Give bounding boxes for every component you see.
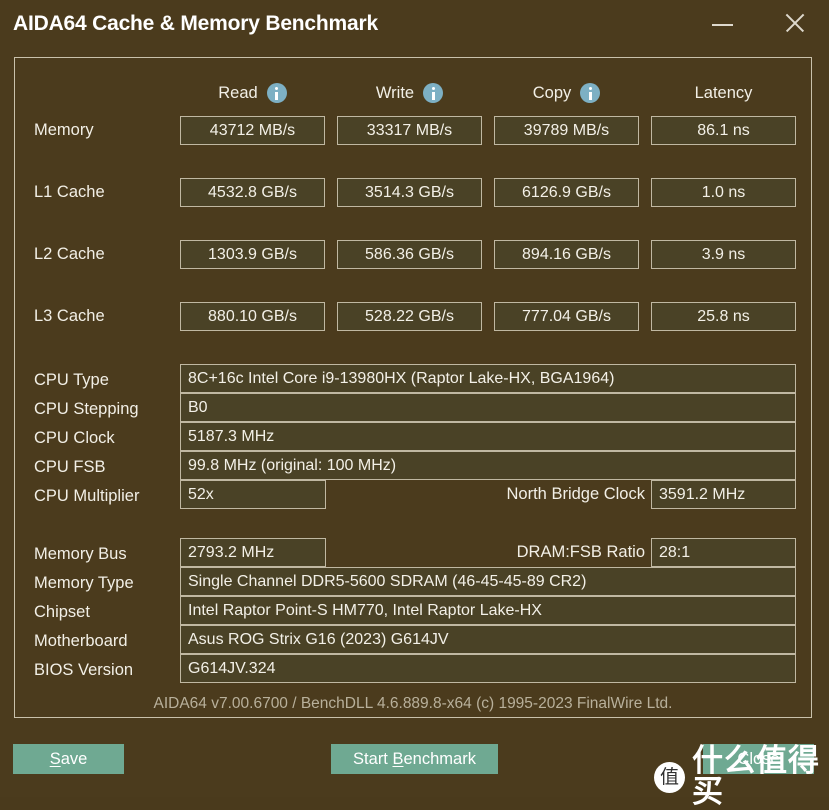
start-benchmark-label-pre: Start: [353, 749, 393, 768]
column-header-copy: Copy: [494, 80, 639, 106]
info-icon-write[interactable]: [423, 83, 444, 103]
bench-cell-memory-write[interactable]: 33317 MB/s: [337, 116, 482, 145]
close-button[interactable]: Close: [703, 744, 814, 774]
label-motherboard: Motherboard: [34, 632, 128, 650]
bench-cell-memory-read[interactable]: 43712 MB/s: [180, 116, 325, 145]
bench-cell-l3-latency[interactable]: 25.8 ns: [651, 302, 796, 331]
column-header-latency-label: Latency: [694, 83, 753, 102]
bench-row-label-memory: Memory: [34, 121, 94, 139]
column-header-write: Write: [337, 80, 482, 106]
bench-cell-l3-copy[interactable]: 777.04 GB/s: [494, 302, 639, 331]
bench-cell-l1-copy[interactable]: 6126.9 GB/s: [494, 178, 639, 207]
bench-cell-l2-read[interactable]: 1303.9 GB/s: [180, 240, 325, 269]
smzdm-badge-icon: 值: [654, 761, 685, 793]
label-bios-version: BIOS Version: [34, 661, 134, 679]
minimize-icon[interactable]: [700, 0, 746, 46]
start-benchmark-button[interactable]: Start Benchmark: [331, 744, 498, 774]
label-cpu-clock: CPU Clock: [34, 429, 115, 447]
bench-row-label-l3-cache: L3 Cache: [34, 307, 105, 325]
bench-row-label-l1-cache: L1 Cache: [34, 183, 105, 201]
label-cpu-multiplier: CPU Multiplier: [34, 487, 140, 505]
bench-cell-l2-write[interactable]: 586.36 GB/s: [337, 240, 482, 269]
bench-cell-memory-copy[interactable]: 39789 MB/s: [494, 116, 639, 145]
start-benchmark-accel: B: [392, 749, 404, 768]
start-benchmark-button-label: Start Benchmark: [353, 750, 476, 769]
column-header-copy-label: Copy: [532, 83, 572, 102]
value-memory-bus[interactable]: 2793.2 MHz: [180, 538, 326, 567]
save-button[interactable]: Save: [13, 744, 124, 774]
label-memory-type: Memory Type: [34, 574, 134, 592]
bench-cell-memory-latency[interactable]: 86.1 ns: [651, 116, 796, 145]
info-icon-copy[interactable]: [580, 83, 601, 103]
column-header-write-label: Write: [375, 83, 415, 102]
aida64-benchmark-window: AIDA64 Cache & Memory Benchmark Read Wri…: [0, 0, 829, 808]
value-bios-version[interactable]: G614JV.324: [180, 654, 796, 683]
column-header-read: Read: [180, 80, 325, 106]
label-dram-fsb-ratio: DRAM:FSB Ratio: [516, 543, 645, 561]
bench-cell-l2-latency[interactable]: 3.9 ns: [651, 240, 796, 269]
bench-cell-l3-read[interactable]: 880.10 GB/s: [180, 302, 325, 331]
info-icon-read[interactable]: [266, 83, 287, 103]
version-text: AIDA64 v7.00.6700 / BenchDLL 4.6.889.8-x…: [153, 695, 673, 712]
value-motherboard[interactable]: Asus ROG Strix G16 (2023) G614JV: [180, 625, 796, 654]
bench-row-label-l2-cache: L2 Cache: [34, 245, 105, 263]
label-memory-bus: Memory Bus: [34, 545, 127, 563]
bench-cell-l2-copy[interactable]: 894.16 GB/s: [494, 240, 639, 269]
bench-cell-l3-write[interactable]: 528.22 GB/s: [337, 302, 482, 331]
save-button-label-rest: ave: [60, 749, 88, 768]
bench-cell-l1-write[interactable]: 3514.3 GB/s: [337, 178, 482, 207]
label-cpu-type: CPU Type: [34, 371, 109, 389]
save-button-accel: S: [49, 749, 61, 768]
value-cpu-stepping[interactable]: B0: [180, 393, 796, 422]
save-button-label: Save: [50, 750, 88, 769]
label-chipset: Chipset: [34, 603, 90, 621]
label-cpu-stepping: CPU Stepping: [34, 400, 139, 418]
value-chipset[interactable]: Intel Raptor Point-S HM770, Intel Raptor…: [180, 596, 796, 625]
bench-cell-l1-read[interactable]: 4532.8 GB/s: [180, 178, 325, 207]
label-cpu-fsb: CPU FSB: [34, 458, 106, 476]
value-north-bridge-clock[interactable]: 3591.2 MHz: [651, 480, 796, 509]
label-north-bridge-clock: North Bridge Clock: [506, 485, 645, 503]
start-benchmark-label-rest: enchmark: [403, 749, 476, 768]
value-cpu-fsb[interactable]: 99.8 MHz (original: 100 MHz): [180, 451, 796, 480]
value-memory-type[interactable]: Single Channel DDR5-5600 SDRAM (46-45-45…: [180, 567, 796, 596]
column-header-read-label: Read: [218, 83, 258, 102]
close-icon[interactable]: [772, 0, 818, 46]
value-cpu-type[interactable]: 8C+16c Intel Core i9-13980HX (Raptor Lak…: [180, 364, 796, 393]
value-cpu-multiplier[interactable]: 52x: [180, 480, 326, 509]
bench-cell-l1-latency[interactable]: 1.0 ns: [651, 178, 796, 207]
window-title: AIDA64 Cache & Memory Benchmark: [13, 12, 378, 35]
column-header-latency: Latency: [651, 80, 796, 106]
title-bar: AIDA64 Cache & Memory Benchmark: [0, 0, 829, 52]
value-dram-fsb-ratio[interactable]: 28:1: [651, 538, 796, 567]
value-cpu-clock[interactable]: 5187.3 MHz: [180, 422, 796, 451]
